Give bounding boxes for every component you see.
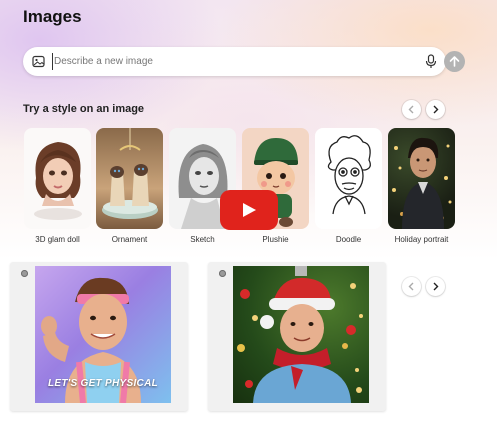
youtube-play-icon — [243, 203, 256, 217]
chevron-left-icon — [408, 105, 414, 114]
generated-image-card[interactable] — [208, 262, 386, 411]
generated-image: LET'S GET PHYSICAL — [35, 266, 171, 403]
style-thumbnail — [315, 128, 382, 229]
style-label: Holiday portrait — [394, 235, 449, 244]
send-button[interactable] — [444, 51, 465, 72]
chevron-right-icon — [433, 282, 439, 291]
image-icon[interactable] — [32, 55, 45, 68]
prompt-bar — [23, 47, 465, 76]
microphone-icon[interactable] — [425, 54, 437, 69]
styles-heading: Try a style on an image — [23, 103, 145, 115]
select-radio[interactable] — [21, 270, 28, 277]
chevron-right-icon — [433, 105, 439, 114]
results-next-button[interactable] — [426, 277, 445, 296]
styles-next-button[interactable] — [426, 100, 445, 119]
image-caption-text: LET'S GET PHYSICAL — [47, 378, 158, 389]
youtube-play-button[interactable] — [220, 190, 278, 230]
style-thumbnail — [388, 128, 455, 229]
generated-image-card[interactable]: LET'S GET PHYSICAL — [10, 262, 188, 411]
style-thumbnail — [24, 128, 91, 229]
style-thumbnail — [96, 128, 163, 229]
style-card-3d-glam-doll[interactable]: 3D glam doll — [24, 128, 91, 244]
select-radio[interactable] — [219, 270, 226, 277]
style-card-doodle[interactable]: Doodle — [315, 128, 382, 244]
style-card-holiday-portrait[interactable]: Holiday portrait — [388, 128, 455, 244]
prompt-input[interactable] — [52, 53, 392, 70]
style-card-ornament[interactable]: Ornament — [96, 128, 163, 244]
page-title: Images — [23, 7, 82, 26]
styles-prev-button[interactable] — [402, 100, 421, 119]
chevron-left-icon — [408, 282, 414, 291]
arrow-up-icon — [449, 56, 460, 67]
generated-image — [233, 266, 369, 403]
results-prev-button[interactable] — [402, 277, 421, 296]
